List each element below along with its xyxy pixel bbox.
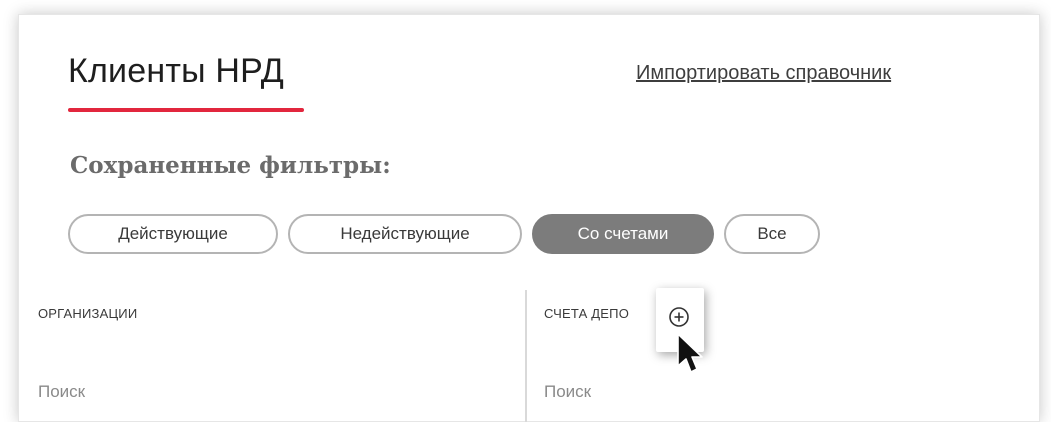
mouse-pointer-icon	[677, 333, 703, 373]
saved-filters-label: Сохраненные фильтры:	[70, 152, 391, 179]
filter-chip-inactive-orgs[interactable]: Недействующие	[288, 214, 522, 254]
depo-accounts-column-header: СЧЕТА ДЕПО	[544, 306, 630, 321]
column-divider	[525, 290, 527, 422]
import-directory-link[interactable]: Импортировать справочник	[636, 62, 891, 85]
page-title: Клиенты НРД	[68, 52, 284, 90]
title-underline	[68, 108, 304, 112]
organizations-search-input[interactable]: Поиск	[38, 382, 85, 402]
zoom-in-icon[interactable]	[668, 306, 690, 328]
depo-accounts-search-input[interactable]: Поиск	[544, 382, 591, 402]
filter-chip-active-orgs[interactable]: Действующие	[68, 214, 278, 254]
filter-chip-with-accounts[interactable]: Со счетами	[532, 214, 714, 254]
organizations-column-header: ОРГАНИЗАЦИИ	[38, 306, 138, 321]
filter-chip-all[interactable]: Все	[724, 214, 820, 254]
